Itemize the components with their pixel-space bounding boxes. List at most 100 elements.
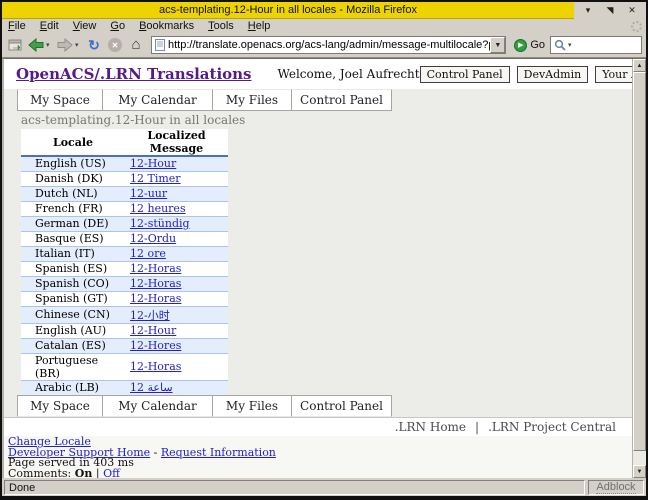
url-input[interactable] (168, 39, 490, 51)
menu-items: File Edit View Go Bookmarks Tools Help (8, 20, 284, 32)
messages-tbody: English (US)12-HourDanish (DK)12 TimerDu… (21, 156, 228, 395)
message-cell: 12-Hores (125, 338, 228, 353)
forward-dropdown-icon[interactable]: ▾ (75, 41, 82, 49)
table-row: English (US)12-Hour (21, 156, 228, 171)
locale-cell: Portuguese (BR) (21, 353, 125, 380)
localized-message-link[interactable]: 12-stündig (130, 217, 190, 230)
home-icon[interactable]: ⌂ (127, 36, 145, 54)
back-dropdown-icon[interactable]: ▾ (46, 41, 53, 49)
message-cell: 12-Horas (125, 353, 228, 380)
status-text: Done (4, 480, 585, 495)
tab-my-space[interactable]: My Space (17, 395, 103, 417)
window-icon[interactable] (6, 36, 24, 54)
header-button-control-panel[interactable]: Control Panel (420, 66, 510, 83)
table-row: German (DE)12-stündig (21, 216, 228, 231)
table-header-row: Locale Localized Message (21, 129, 228, 156)
welcome-text: Welcome, Joel Aufrecht (278, 67, 420, 81)
table-row: Arabic (LB)12 ساعة (21, 380, 228, 395)
table-row: English (AU) 12-Hour (21, 323, 228, 338)
window-title: acs-templating.12-Hour in all locales - … (159, 4, 417, 16)
close-icon[interactable]: ✕ (624, 3, 640, 18)
title-bar[interactable]: acs-templating.12-Hour in all locales - … (2, 2, 646, 19)
tab-control-panel[interactable]: Control Panel (292, 395, 392, 417)
tab-my-space[interactable]: My Space (17, 89, 103, 111)
vertical-scrollbar[interactable]: ▲ ▼ (632, 59, 646, 478)
localized-message-link[interactable]: 12 heures (130, 202, 186, 215)
localized-message-link[interactable]: 12-Horas (130, 277, 181, 290)
browser-window: acs-templating.12-Hour in all locales - … (0, 0, 648, 500)
tab-my-calendar[interactable]: My Calendar (103, 395, 213, 417)
scrollbar-thumb[interactable] (633, 72, 646, 451)
tab-strip-bottom: My SpaceMy CalendarMy FilesControl Panel (4, 395, 632, 417)
page-heading: acs-templating.12-Hour in all locales (21, 113, 632, 127)
table-row: Catalan (ES)12-Hores (21, 338, 228, 353)
lrn-project-central-link[interactable]: .LRN Project Central (488, 420, 616, 434)
localized-message-link[interactable]: 12-Horas (130, 292, 181, 305)
locale-cell: English (AU) (21, 323, 125, 338)
minimize-icon[interactable]: ▾ (580, 3, 596, 18)
navigation-toolbar: ▾ ▾ ↻ ✕ ⌂ ▼ ▶ Go ▾ (2, 33, 646, 58)
localized-message-link[interactable]: 12-Horas (130, 360, 181, 373)
header-buttons: Control PanelDevAdminYour AccountLogout (420, 66, 648, 83)
table-row: Spanish (GT)12-Horas (21, 291, 228, 306)
locale-cell: Chinese (CN) (21, 306, 125, 323)
message-cell: 12 Timer (125, 171, 228, 186)
menu-file[interactable]: File (8, 20, 26, 32)
message-cell: 12 ore (125, 246, 228, 261)
menu-view[interactable]: View (73, 20, 97, 32)
tab-my-files[interactable]: My Files (213, 395, 292, 417)
search-dropdown-icon[interactable]: ▾ (568, 41, 575, 49)
localized-message-link[interactable]: 12 Timer (130, 172, 181, 185)
search-input[interactable] (577, 39, 638, 51)
header-button-devadmin[interactable]: DevAdmin (517, 66, 589, 83)
menu-bookmarks[interactable]: Bookmarks (139, 20, 194, 32)
stop-icon[interactable]: ✕ (106, 36, 124, 54)
back-button[interactable] (27, 36, 45, 54)
site-title-link[interactable]: OpenACS/.LRN Translations (16, 65, 252, 83)
message-cell: 12-stündig (125, 216, 228, 231)
message-cell: 12-Horas (125, 276, 228, 291)
menu-edit[interactable]: Edit (40, 20, 59, 32)
localized-message-link[interactable]: 12-Hores (130, 339, 181, 352)
lrn-home-link[interactable]: .LRN Home (395, 420, 466, 434)
forward-button[interactable] (56, 36, 74, 54)
localized-message-link[interactable]: 12-Hour (130, 157, 176, 170)
menu-go[interactable]: Go (110, 20, 125, 32)
tab-control-panel[interactable]: Control Panel (292, 89, 392, 111)
toggle-translator-link[interactable]: Toggle translator mode (8, 477, 138, 478)
content-viewport: OpenACS/.LRN Translations Welcome, Joel … (2, 58, 646, 478)
message-cell: 12-Horas (125, 261, 228, 276)
maximize-icon[interactable]: ◥ (602, 3, 618, 18)
go-label: Go (530, 39, 545, 51)
tab-my-calendar[interactable]: My Calendar (103, 89, 213, 111)
main-content: acs-templating.12-Hour in all locales Lo… (4, 111, 632, 395)
localized-message-link[interactable]: 12 ساعة (130, 381, 173, 394)
title-bar-background: acs-templating.12-Hour in all locales - … (2, 2, 574, 19)
message-cell: 12 heures (125, 201, 228, 216)
table-row: Dutch (NL) 12-uur (21, 186, 228, 201)
localized-message-link[interactable]: 12-Horas (130, 262, 181, 275)
table-row: Basque (ES)12-Ordu (21, 231, 228, 246)
menu-help[interactable]: Help (248, 20, 271, 32)
lrn-bar-separator: | (475, 420, 479, 434)
localized-message-link[interactable]: 12-Ordu (130, 232, 176, 245)
localized-message-link[interactable]: 12-Hour (130, 324, 176, 337)
reload-icon[interactable]: ↻ (85, 36, 103, 54)
table-row: Spanish (CO)12-Horas (21, 276, 228, 291)
locale-cell: French (FR) (21, 201, 125, 216)
locale-cell: Dutch (NL) (21, 186, 125, 201)
localized-message-link[interactable]: 12 ore (130, 247, 166, 260)
search-icon (554, 39, 566, 51)
localized-message-link[interactable]: 12-小时 (130, 309, 170, 322)
tab-my-files[interactable]: My Files (213, 89, 292, 111)
scroll-down-icon[interactable]: ▼ (633, 465, 646, 478)
localized-message-link[interactable]: 12-uur (130, 187, 167, 200)
go-button[interactable]: ▶ Go (512, 39, 547, 52)
request-information-link[interactable]: Request Information (161, 446, 276, 459)
message-cell: 12-Hour (125, 323, 228, 338)
scroll-up-icon[interactable]: ▲ (633, 59, 646, 72)
menu-tools[interactable]: Tools (208, 20, 234, 32)
column-header-locale: Locale (21, 129, 125, 156)
adblock-status[interactable]: Adblock (588, 480, 644, 495)
url-dropdown-button[interactable]: ▼ (490, 37, 505, 53)
